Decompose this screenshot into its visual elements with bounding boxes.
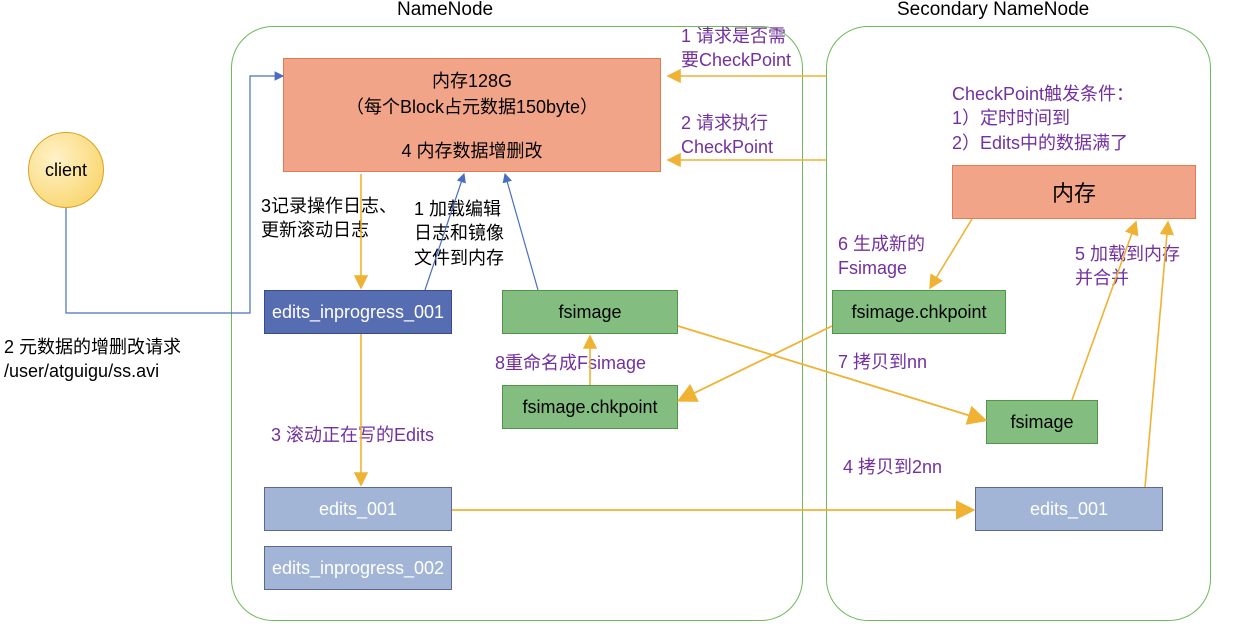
snn-edits-001-label: edits_001	[1030, 499, 1108, 520]
nn-fsimage-chkpoint: fsimage.chkpoint	[502, 385, 678, 429]
nn-edits-001-label: edits_001	[319, 499, 397, 520]
namenode-title: NameNode	[397, 0, 493, 21]
edits-inprogress-002-label: edits_inprogress_002	[272, 558, 444, 579]
step3-log-label: 3记录操作日志、 更新滚动日志	[261, 194, 397, 243]
fsimage-label: fsimage	[558, 302, 621, 323]
req1-label: 1 请求是否需 要CheckPoint	[681, 24, 791, 73]
nn-fsimage-chkpoint-label: fsimage.chkpoint	[522, 397, 657, 418]
edits-inprogress-001: edits_inprogress_001	[264, 290, 452, 334]
step1-load-label: 1 加载编辑 日志和镜像 文件到内存	[414, 197, 504, 270]
step8-rename-label: 8重命名成Fsimage	[495, 351, 646, 375]
secondary-memory: 内存	[952, 165, 1196, 219]
namenode-memory-box: 内存128G （每个Block占元数据150byte） 4 内存数据增删改	[283, 58, 661, 172]
client-label: client	[45, 160, 87, 181]
step5-label: 5 加载到内存 并合并	[1075, 242, 1180, 291]
snn-fsimage-label: fsimage	[1010, 412, 1073, 433]
snn-fsimage-chkpoint-label: fsimage.chkpoint	[851, 302, 986, 323]
secondary-title: Secondary NameNode	[897, 0, 1089, 21]
mem-line3: 4 内存数据增删改	[401, 137, 542, 163]
secondary-memory-label: 内存	[1052, 176, 1096, 208]
request-label: 2 元数据的增删改请求 /user/atguigu/ss.avi	[4, 335, 181, 384]
client-node: client	[28, 132, 104, 208]
snn-edits-001: edits_001	[975, 487, 1163, 531]
trigger-label: CheckPoint触发条件： 1）定时时间到 2）Edits中的数据满了	[952, 82, 1134, 155]
snn-fsimage-chkpoint: fsimage.chkpoint	[832, 290, 1006, 334]
mem-line2: （每个Block占元数据150byte）	[346, 93, 598, 119]
step4-label: 4 拷贝到2nn	[843, 455, 942, 479]
req2-label: 2 请求执行 CheckPoint	[681, 111, 773, 160]
step7-label: 7 拷贝到nn	[838, 350, 927, 374]
edits-inprogress-002: edits_inprogress_002	[264, 546, 452, 590]
snn-fsimage: fsimage	[986, 400, 1098, 444]
step3-roll-label: 3 滚动正在写的Edits	[271, 423, 434, 447]
nn-edits-001: edits_001	[264, 487, 452, 531]
mem-line1: 内存128G	[432, 67, 512, 93]
step6-label: 6 生成新的 Fsimage	[838, 232, 925, 281]
edits-inprogress-001-label: edits_inprogress_001	[272, 302, 444, 323]
fsimage-box: fsimage	[502, 290, 678, 334]
